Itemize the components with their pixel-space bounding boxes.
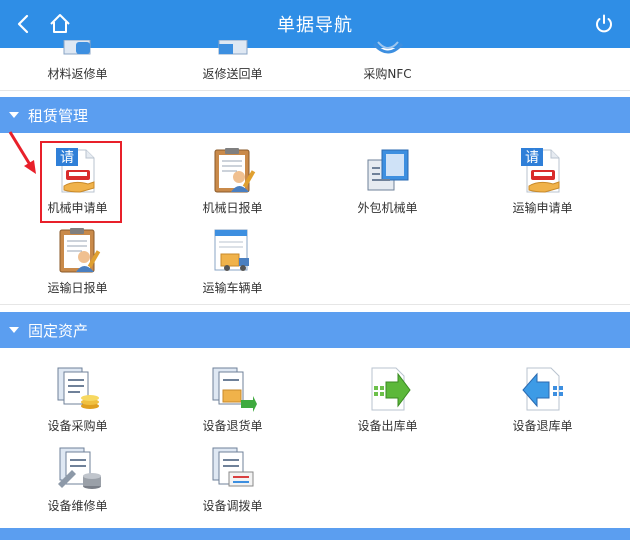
menu-item-equipment-purchase[interactable]: 设备采购单	[0, 356, 155, 436]
collapse-triangle-icon	[9, 327, 19, 333]
inbound-arrow-icon	[521, 367, 563, 411]
section-header-rental[interactable]: 租赁管理	[0, 97, 630, 133]
top-row: 材料返修单 返修送回单 采购NFC	[0, 4, 630, 84]
transfer-doc-icon	[212, 447, 253, 487]
menu-item[interactable]: 材料返修单	[0, 4, 155, 84]
divider	[0, 90, 630, 91]
menu-item-equipment-transfer[interactable]: 设备调拨单	[155, 436, 310, 516]
menu-item-transport-request[interactable]: 请 运输申请单	[465, 138, 620, 218]
menu-item-transport-vehicle[interactable]: 运输车辆单	[155, 218, 310, 298]
menu-item-equipment-return[interactable]: 设备退货单	[155, 356, 310, 436]
menu-item-label: 设备调拨单	[202, 499, 263, 513]
divider	[0, 304, 630, 305]
menu-item-label: 采购NFC	[363, 67, 412, 81]
return-goods-icon	[212, 367, 257, 412]
truck-doc-icon	[214, 229, 249, 271]
purchase-coins-icon	[57, 367, 99, 409]
menu-item[interactable]: 返修送回单	[155, 4, 310, 84]
menu-item-label: 材料返修单	[47, 67, 108, 81]
section-title: 租赁管理	[28, 106, 89, 125]
section-row: 设备采购单 设备退货单 设备出库单 设备退库单	[0, 356, 630, 436]
menu-item-equipment-maintenance[interactable]: 设备维修单	[0, 436, 155, 516]
next-section-header[interactable]	[0, 528, 630, 540]
menu-item-label: 运输申请单	[512, 201, 573, 215]
menu-item-label: 运输车辆单	[202, 281, 263, 295]
request-form-icon: 请	[520, 148, 559, 193]
section-row: 运输日报单 运输车辆单	[0, 218, 630, 298]
menu-item-label: 设备退货单	[202, 419, 263, 433]
menu-item-label: 设备采购单	[47, 419, 108, 433]
repair-doc-icon	[63, 40, 90, 55]
menu-item-equipment-inbound[interactable]: 设备退库单	[465, 356, 620, 436]
maintenance-icon	[57, 447, 101, 489]
menu-item-label: 外包机械单	[357, 201, 418, 215]
clipboard-report-icon	[59, 228, 100, 273]
menu-item-label: 机械日报单	[202, 201, 263, 215]
menu-item-outsource[interactable]: 外包机械单	[310, 138, 465, 218]
menu-item-label: 设备维修单	[47, 499, 108, 513]
menu-item-transport-daily[interactable]: 运输日报单	[0, 218, 155, 298]
pointer-arrow-icon	[8, 131, 36, 174]
section-row: 设备维修单 设备调拨单	[0, 436, 630, 516]
section-title: 固定资产	[28, 321, 89, 340]
menu-item-label: 运输日报单	[47, 281, 108, 295]
menu-item-label: 设备退库单	[512, 419, 573, 433]
outbound-arrow-icon	[371, 367, 411, 411]
menu-item-machine-daily[interactable]: 机械日报单	[155, 138, 310, 218]
collapse-triangle-icon	[9, 112, 19, 118]
nfc-icon	[372, 41, 403, 54]
return-doc-icon	[218, 40, 247, 55]
section-header-fixed-assets[interactable]: 固定资产	[0, 312, 630, 348]
outsource-doc-icon	[367, 149, 408, 191]
menu-item-label: 设备出库单	[357, 419, 418, 433]
menu-item-label: 返修送回单	[202, 67, 263, 81]
menu-item[interactable]: 采购NFC	[310, 4, 465, 84]
svg-text:请: 请	[525, 150, 539, 166]
selection-highlight	[40, 141, 122, 223]
clipboard-report-icon	[214, 148, 255, 193]
menu-item-equipment-outbound[interactable]: 设备出库单	[310, 356, 465, 436]
